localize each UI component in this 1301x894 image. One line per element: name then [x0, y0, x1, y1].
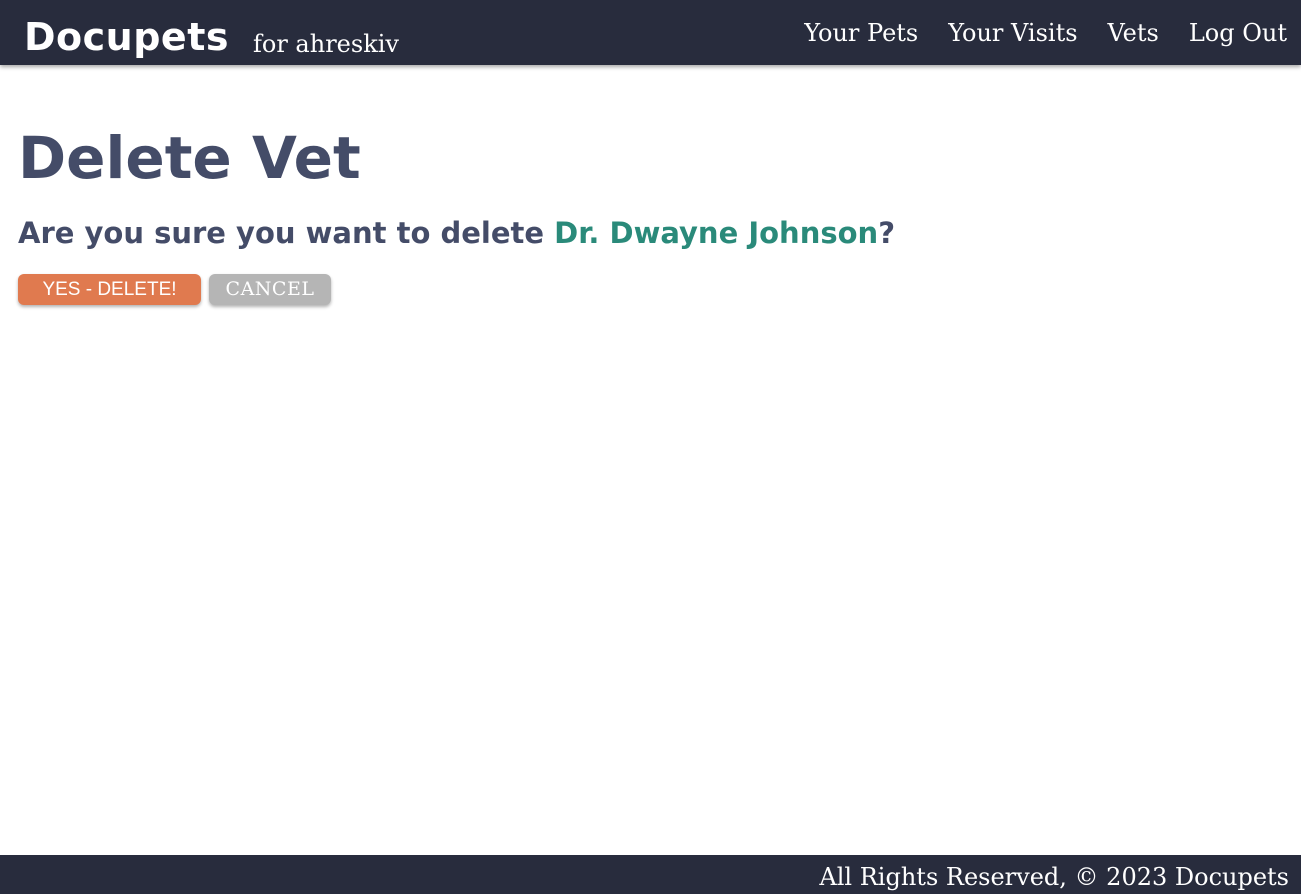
confirm-message: Are you sure you want to delete Dr. Dway…	[18, 214, 1283, 252]
nav-log-out[interactable]: Log Out	[1189, 15, 1287, 51]
action-buttons: YES - DELETE! CANCEL	[18, 274, 1283, 305]
main-content: Delete Vet Are you sure you want to dele…	[18, 120, 1283, 305]
nav-your-visits[interactable]: Your Visits	[948, 15, 1077, 51]
top-navbar: Docupets for ahreskiv Your Pets Your Vis…	[0, 0, 1301, 65]
confirm-prefix: Are you sure you want to delete	[18, 216, 555, 250]
nav-your-pets[interactable]: Your Pets	[804, 15, 918, 51]
nav-vets[interactable]: Vets	[1108, 15, 1159, 51]
brand-logo[interactable]: Docupets	[24, 14, 229, 60]
footer: All Rights Reserved, © 2023 Docupets	[0, 855, 1301, 894]
brand-username: for ahreskiv	[253, 30, 399, 58]
cancel-button[interactable]: CANCEL	[209, 274, 331, 305]
page-title: Delete Vet	[18, 124, 361, 192]
footer-copyright: All Rights Reserved, © 2023 Docupets	[819, 863, 1289, 891]
confirm-delete-button[interactable]: YES - DELETE!	[18, 274, 201, 305]
confirm-suffix: ?	[878, 216, 896, 250]
nav-links: Your Pets Your Visits Vets Log Out	[804, 15, 1287, 51]
vet-name: Dr. Dwayne Johnson	[554, 216, 879, 250]
